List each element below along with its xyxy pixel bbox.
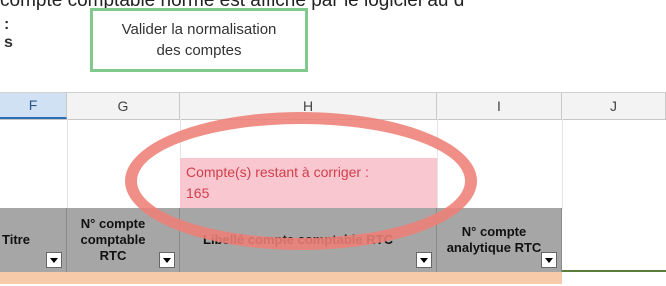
table-row[interactable]	[0, 272, 562, 284]
grid-line	[67, 119, 68, 209]
header-label-account-label: Libellé compte comptable RTC	[203, 232, 393, 247]
header-cell-account-label: Libellé compte comptable RTC	[180, 208, 437, 272]
validate-normalization-button[interactable]: Valider la normalisation des comptes	[90, 8, 308, 72]
column-header-i[interactable]: I	[437, 93, 562, 119]
header-cell-analytic-account: N° compte analytique RTC	[437, 208, 562, 272]
filter-dropdown-button[interactable]	[541, 252, 557, 268]
header-cell-titre: Titre	[0, 208, 67, 272]
table-header-row: Titre N° compte comptable RTC Libellé co…	[0, 208, 562, 272]
cropped-left-text: : s	[4, 16, 13, 51]
header-label-titre: Titre	[2, 232, 30, 247]
header-label-analytic-account: N° compte analytique RTC	[446, 224, 542, 255]
filter-dropdown-button[interactable]	[416, 252, 432, 268]
column-header-f[interactable]: F	[0, 93, 67, 119]
column-header-g[interactable]: G	[67, 93, 180, 119]
remaining-accounts-label: Compte(s) restant à corriger :	[186, 164, 369, 180]
header-label-account-number: N° compte comptable RTC	[80, 216, 146, 263]
chevron-down-icon	[545, 257, 553, 263]
chevron-down-icon	[50, 257, 58, 263]
header-cell-account-number: N° compte comptable RTC	[67, 208, 180, 272]
column-header-j[interactable]: J	[562, 93, 666, 119]
grid-line	[562, 119, 563, 209]
remaining-accounts-count: 165	[186, 185, 210, 201]
chevron-down-icon	[163, 257, 171, 263]
column-header-h[interactable]: H	[180, 93, 437, 119]
filter-dropdown-button[interactable]	[159, 252, 175, 268]
grid-line	[437, 119, 438, 209]
remaining-accounts-warning: Compte(s) restant à corriger : 165	[180, 158, 437, 208]
chevron-down-icon	[420, 257, 428, 263]
filter-dropdown-button[interactable]	[46, 252, 62, 268]
column-header-row: F G H I J	[0, 92, 666, 120]
